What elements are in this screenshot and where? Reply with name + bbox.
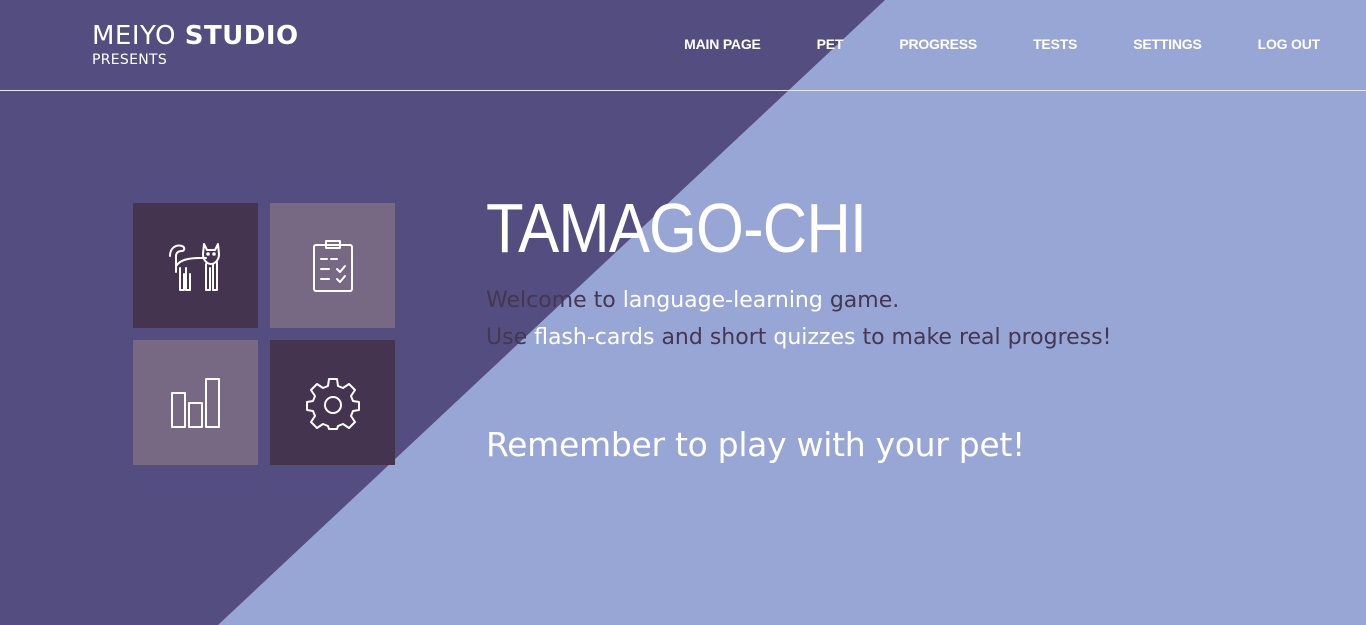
intro-line1-text-b: game. [822, 288, 900, 313]
logo-brand-light: MEIYO [92, 21, 176, 51]
intro-line2-text-b: and short [654, 325, 774, 350]
feature-tiles [133, 203, 395, 465]
logo-brand-bold: STUDIO [184, 21, 299, 51]
tile-settings[interactable] [270, 340, 395, 465]
nav-pet[interactable]: PET [817, 34, 844, 54]
bar-chart-icon [170, 377, 220, 428]
intro-line-2: Use flash-cards and short quizzes to mak… [486, 319, 1111, 356]
cat-icon [168, 242, 220, 291]
intro-highlight-flash-cards: flash-cards [534, 325, 655, 350]
intro-line1-text-a: Welcome to [486, 288, 623, 313]
studio-logo: MEIYO STUDIO PRESENTS [92, 20, 299, 68]
header-divider [0, 90, 1366, 91]
intro-highlight-quizzes: quizzes [773, 325, 856, 350]
tile-progress[interactable] [133, 340, 258, 465]
intro-highlight-language-learning: language-learning [622, 288, 823, 313]
gear-icon [305, 377, 360, 430]
nav-progress[interactable]: PROGRESS [899, 34, 977, 54]
tile-tests[interactable] [270, 203, 395, 328]
nav-settings[interactable]: SETTINGS [1133, 34, 1202, 54]
nav-tests[interactable]: TESTS [1033, 34, 1077, 54]
nav-main-page[interactable]: MAIN PAGE [684, 34, 761, 54]
intro-line2-text-c: to make real progress! [855, 325, 1112, 350]
tile-pet[interactable] [133, 203, 258, 328]
pet-reminder: Remember to play with your pet! [486, 425, 1025, 464]
hero-intro: Welcome to language-learning game. Use f… [486, 282, 1111, 356]
hero-title: TAMAGO-CHI [486, 189, 867, 267]
clipboard-checklist-icon [312, 239, 353, 292]
intro-line-1: Welcome to language-learning game. [486, 282, 1111, 319]
logo-brand: MEIYO STUDIO [92, 20, 299, 52]
nav-log-out[interactable]: LOG OUT [1258, 34, 1321, 54]
top-navigation: MAIN PAGE PET PROGRESS TESTS SETTINGS LO… [628, 34, 1320, 54]
logo-subtitle: PRESENTS [92, 52, 168, 68]
intro-line2-text-a: Use [486, 325, 535, 350]
